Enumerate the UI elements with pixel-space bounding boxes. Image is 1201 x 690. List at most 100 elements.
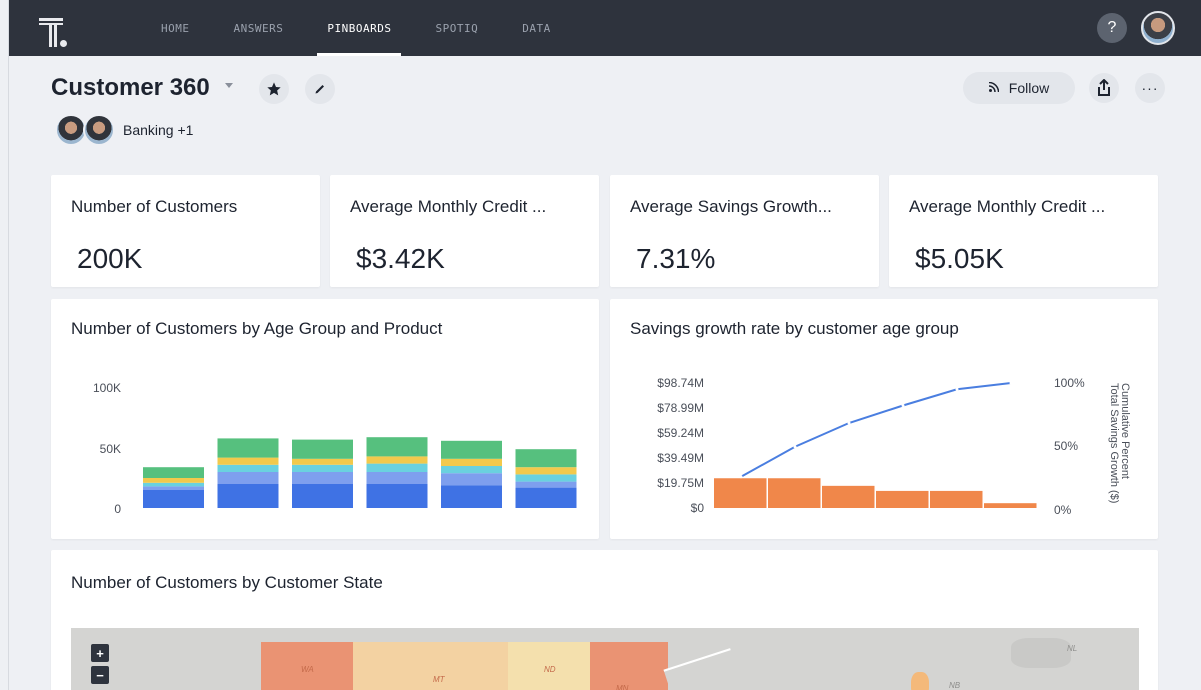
- line-point: [739, 475, 743, 479]
- stacked-bar-chart: 100K 50K 0: [93, 381, 577, 516]
- thoughtspot-logo-icon[interactable]: [35, 8, 75, 48]
- bar-segment: [217, 438, 279, 458]
- map-region-mn[interactable]: [590, 642, 668, 690]
- nav-pinboards[interactable]: PINBOARDS: [305, 0, 413, 56]
- tag-list[interactable]: Banking +1: [123, 122, 193, 138]
- region-label: NB: [949, 681, 961, 690]
- line-point: [1009, 381, 1013, 385]
- bar-segment: [441, 466, 502, 474]
- bar-segment: [143, 478, 204, 483]
- map-region-mt[interactable]: [353, 642, 508, 690]
- y-tick-label: $78.99M: [657, 401, 704, 415]
- nav-menu: HOME ANSWERS PINBOARDS SPOTIQ DATA: [139, 0, 573, 56]
- avatar: [83, 114, 115, 146]
- bar-segment: [515, 474, 577, 482]
- bar-segment: [441, 485, 502, 508]
- chart-title: Number of Customers by Customer State: [71, 573, 383, 592]
- region-label: ND: [544, 665, 556, 674]
- share-icon[interactable]: [1089, 73, 1119, 103]
- bar-segment: [441, 473, 502, 486]
- y2-tick-label: 0%: [1054, 503, 1072, 517]
- bar: [984, 503, 1037, 508]
- bar-segment: [292, 439, 353, 459]
- page-title: Customer 360: [51, 74, 210, 101]
- savings-growth-chart-card[interactable]: Savings growth rate by customer age grou…: [610, 299, 1158, 539]
- y2-axis-label: Cumulative PercentTotal Savings Growth (…: [1108, 383, 1131, 503]
- bar-segment: [143, 482, 204, 487]
- kpi-value: $3.42K: [356, 243, 445, 274]
- bar-segment: [515, 449, 577, 468]
- nav-data[interactable]: DATA: [500, 0, 573, 56]
- y-tick-label: 50K: [100, 442, 121, 456]
- kpi-title: Number of Customers: [71, 197, 238, 216]
- us-state-map[interactable]: WA MT ND MN NB NL + −: [71, 628, 1139, 690]
- bar: [714, 478, 767, 508]
- bar: [930, 490, 983, 508]
- kpi-value: 200K: [77, 243, 143, 274]
- kpi-value: $5.05K: [915, 243, 1004, 274]
- bar-segment: [366, 484, 428, 508]
- kpi-card[interactable]: Average Monthly Credit ... $3.42K: [330, 175, 599, 287]
- bar-segment: [515, 467, 577, 475]
- y-tick-label: $39.49M: [657, 451, 704, 465]
- bar-segment: [515, 481, 577, 488]
- y-tick-label: $0: [691, 501, 705, 515]
- region-label: NL: [1067, 644, 1078, 653]
- bar-segment: [292, 484, 353, 508]
- age-product-chart-card[interactable]: Number of Customers by Age Group and Pro…: [51, 299, 599, 539]
- bar-segment: [217, 457, 279, 465]
- bar-segment: [515, 487, 577, 508]
- kpi-card[interactable]: Average Monthly Credit ... $5.05K: [889, 175, 1158, 287]
- bar-segment: [366, 463, 428, 472]
- kpi-card[interactable]: Number of Customers 200K: [51, 175, 320, 287]
- map-region-nb[interactable]: [911, 672, 929, 690]
- map-lake: [663, 648, 743, 690]
- line-point: [793, 445, 797, 449]
- bar-segment: [366, 437, 428, 457]
- zoom-out-button[interactable]: −: [91, 666, 109, 684]
- bar-segment: [217, 484, 279, 508]
- bar: [822, 485, 875, 508]
- nav-spotiq[interactable]: SPOTIQ: [413, 0, 500, 56]
- line-point: [901, 404, 905, 407]
- title-dropdown-chevron-icon[interactable]: [225, 83, 233, 88]
- nav-answers[interactable]: ANSWERS: [212, 0, 306, 56]
- bar-segment: [217, 464, 279, 472]
- line-point: [847, 421, 851, 425]
- state-map-card[interactable]: Number of Customers by Customer State WA…: [51, 550, 1158, 690]
- region-label: MN: [616, 684, 629, 690]
- y2-tick-label: 100%: [1054, 376, 1085, 390]
- y-tick-label: 100K: [93, 381, 121, 395]
- bar: [768, 478, 821, 508]
- bar-segment: [292, 472, 353, 484]
- line-point: [955, 387, 959, 391]
- bar-segment: [143, 467, 204, 478]
- user-avatar[interactable]: [1141, 11, 1175, 45]
- follow-button[interactable]: Follow: [963, 72, 1075, 104]
- follow-label: Follow: [1008, 80, 1050, 96]
- bar: [876, 490, 929, 508]
- y-tick-label: 0: [114, 502, 121, 516]
- kpi-title: Average Savings Growth...: [630, 197, 832, 216]
- cumulative-line: [740, 382, 1012, 478]
- kpi-card[interactable]: Average Savings Growth... 7.31%: [610, 175, 879, 287]
- author-avatars: [55, 114, 115, 146]
- edit-pencil-icon[interactable]: [305, 74, 335, 104]
- help-icon[interactable]: ?: [1097, 13, 1127, 43]
- bar-segment: [292, 458, 353, 465]
- bar-segment: [217, 472, 279, 484]
- bar-segment: [143, 486, 204, 490]
- app-window: HOME ANSWERS PINBOARDS SPOTIQ DATA ? Cus…: [8, 0, 1201, 690]
- bar-segment: [441, 440, 502, 459]
- map-region-nl[interactable]: [1011, 638, 1071, 668]
- bar-segment: [366, 472, 428, 484]
- y-tick-label: $98.74M: [657, 376, 704, 390]
- kpi-value: 7.31%: [636, 243, 716, 274]
- kpi-title: Average Monthly Credit ...: [909, 197, 1106, 216]
- zoom-in-button[interactable]: +: [91, 644, 109, 662]
- favorite-star-icon[interactable]: [259, 74, 289, 104]
- more-options-icon[interactable]: ···: [1135, 73, 1165, 103]
- region-label: WA: [301, 665, 314, 674]
- nav-home[interactable]: HOME: [139, 0, 212, 56]
- rss-icon: [988, 81, 1000, 95]
